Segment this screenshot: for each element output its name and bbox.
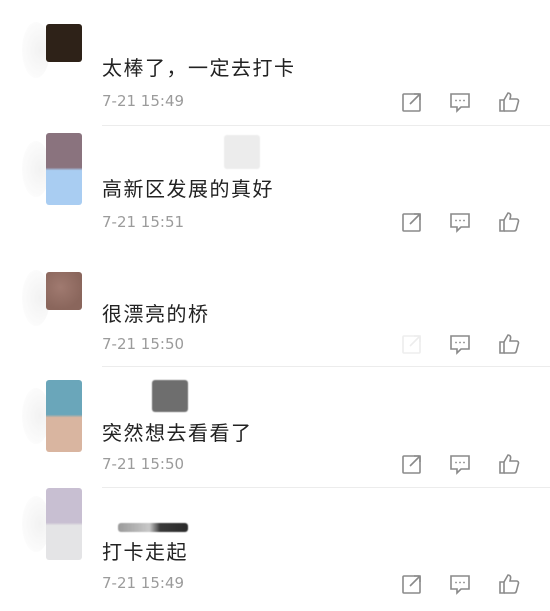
comment-bubble-icon: [450, 335, 470, 355]
avatar[interactable]: [46, 133, 82, 205]
comment-time: 7-21 15:50: [102, 455, 185, 473]
comment-item: 很漂亮的桥 7-21 15:50: [0, 262, 550, 382]
comment-time: 7-21 15:51: [102, 213, 185, 231]
thumbs-up-icon: [499, 454, 520, 474]
share-edit-icon: [402, 93, 421, 112]
comment-bubble-icon: [450, 575, 470, 595]
share-button[interactable]: [400, 452, 424, 476]
share-button[interactable]: [400, 90, 424, 114]
reply-button[interactable]: [448, 452, 472, 476]
thumbs-up-icon: [499, 334, 520, 354]
comment-text: 高新区发展的真好: [102, 177, 274, 201]
comment-text: 很漂亮的桥: [102, 302, 210, 326]
user-name-redacted: [118, 523, 188, 532]
thumbs-up-icon: [499, 92, 520, 112]
share-edit-icon: [402, 455, 421, 474]
divider: [102, 125, 550, 126]
avatar[interactable]: [46, 272, 82, 310]
comment-item: 高新区发展的真好 7-21 15:51: [0, 133, 550, 253]
comment-text: 太棒了，一定去打卡: [102, 56, 296, 80]
comment-item: 突然想去看看了 7-21 15:50: [0, 380, 550, 500]
share-button[interactable]: [400, 210, 424, 234]
comment-item: 太棒了，一定去打卡 7-21 15:49: [0, 14, 550, 134]
comment-time: 7-21 15:50: [102, 335, 185, 353]
like-button[interactable]: [497, 572, 521, 596]
share-edit-icon: [402, 213, 421, 232]
share-edit-icon: [402, 335, 421, 354]
avatar[interactable]: [46, 24, 82, 62]
reply-button[interactable]: [448, 210, 472, 234]
reply-button[interactable]: [448, 90, 472, 114]
comment-text: 打卡走起: [102, 540, 188, 564]
thumbs-up-icon: [499, 212, 520, 232]
like-button[interactable]: [497, 332, 521, 356]
comment-time: 7-21 15:49: [102, 92, 185, 110]
comment-bubble-icon: [450, 213, 470, 233]
divider: [102, 366, 550, 367]
like-button[interactable]: [497, 210, 521, 234]
share-button[interactable]: [400, 332, 424, 356]
reply-button[interactable]: [448, 572, 472, 596]
thumbs-up-icon: [499, 574, 520, 594]
comment-item: 打卡走起 7-21 15:49: [0, 488, 550, 608]
like-button[interactable]: [497, 90, 521, 114]
reply-button[interactable]: [448, 332, 472, 356]
avatar[interactable]: [46, 380, 82, 452]
like-button[interactable]: [497, 452, 521, 476]
comment-bubble-icon: [450, 93, 470, 113]
user-name-redacted: [152, 380, 188, 412]
comment-bubble-icon: [450, 455, 470, 475]
comment-time: 7-21 15:49: [102, 574, 185, 592]
comment-text: 突然想去看看了: [102, 421, 253, 445]
avatar[interactable]: [46, 488, 82, 560]
share-edit-icon: [402, 575, 421, 594]
share-button[interactable]: [400, 572, 424, 596]
user-name-redacted: [224, 135, 260, 169]
